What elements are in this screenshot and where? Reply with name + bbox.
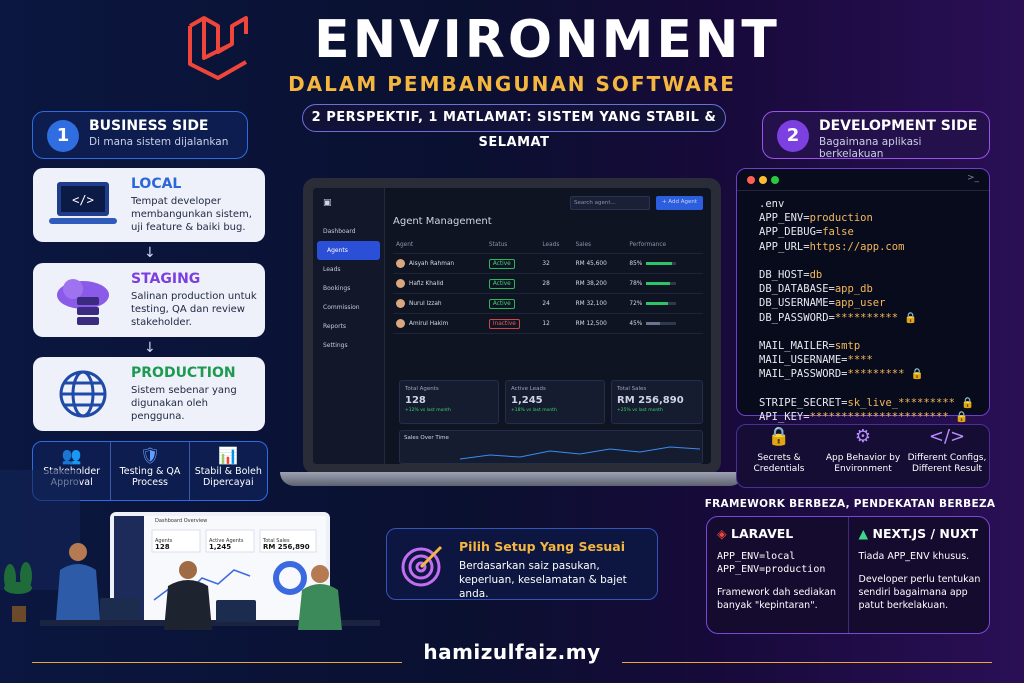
setup-title: Pilih Setup Yang Sesuai xyxy=(459,539,625,554)
avatar xyxy=(396,299,405,308)
table-row[interactable]: Aisyah Rahman Active 32 RM 45,600 85% xyxy=(393,253,703,274)
header: ENVIRONMENT DALAM PEMBANGUNAN SOFTWARE xyxy=(0,10,1024,96)
business-subtitle: Di mana sistem dijalankan xyxy=(89,136,229,148)
progress-bar xyxy=(646,261,677,265)
setup-card: Pilih Setup Yang Sesuai Berdasarkan saiz… xyxy=(386,528,658,600)
dashboard-sidebar: ▣ Dashboard Agents Leads Bookings Commis… xyxy=(313,188,385,464)
development-subtitle: Bagaimana aplikasi berkelakuan xyxy=(819,136,922,160)
feature-item: ⚙ App Behavior by Environment xyxy=(821,425,905,487)
gear-icon: ⚙ xyxy=(854,426,872,447)
nav-leads[interactable]: Leads xyxy=(313,260,384,279)
footer: hamizulfaiz.my xyxy=(0,640,1024,664)
dev-features: 🔒 Secrets & Credentials ⚙ App Behavior by … xyxy=(736,424,990,488)
laptop-mockup: ▣ Dashboard Agents Leads Bookings Commis… xyxy=(303,178,721,474)
down-arrow-icon: ↓ xyxy=(144,245,156,261)
dashboard-title: Agent Management xyxy=(393,216,492,227)
dashboard-main: Search agent... + Add Agent Agent Manage… xyxy=(393,196,703,334)
users-icon: 👥 xyxy=(61,446,82,465)
step-number: 2 xyxy=(777,120,809,152)
setup-desc: Berdasarkan saiz pasukan, keperluan, kes… xyxy=(459,560,627,600)
nav-agents[interactable]: Agents xyxy=(317,241,380,260)
development-title: DEVELOPMENT SIDE xyxy=(819,118,978,134)
svg-text:RM 256,890: RM 256,890 xyxy=(263,543,310,551)
env-card-staging: STAGING Salinan production untuk testing… xyxy=(33,263,265,337)
terminal-icon: >_ xyxy=(966,173,979,183)
kpi-card: Total Sales RM 256,890 +25% vs last month xyxy=(611,380,703,424)
close-dot-icon xyxy=(747,176,755,184)
shield-check-icon: 🛡 xyxy=(139,446,161,465)
footer-url[interactable]: hamizulfaiz.my xyxy=(423,640,600,664)
avatar xyxy=(396,259,405,268)
laptop-code-icon: </> xyxy=(49,182,117,224)
framework-comparison: ◈ LARAVEL APP_ENV=local APP_ENV=productio… xyxy=(706,516,990,634)
agent-dashboard-screen: ▣ Dashboard Agents Leads Bookings Commis… xyxy=(313,188,711,464)
nav-dashboard[interactable]: Dashboard xyxy=(313,222,384,241)
nav-commission[interactable]: Commission xyxy=(313,298,384,317)
agents-table: Agent Status Leads Sales Performance Aisyah … xyxy=(393,237,703,334)
table-row[interactable]: Hafiz Khalid Active 28 RM 38,200 78% xyxy=(393,273,703,294)
svg-text:</>: </> xyxy=(72,193,94,207)
code-icon: </> xyxy=(928,426,966,447)
kpi-card: Active Leads 1,245 +18% vs last month xyxy=(505,380,605,424)
env-name: STAGING xyxy=(131,271,201,287)
nav-bookings[interactable]: Bookings xyxy=(313,279,384,298)
env-name: LOCAL xyxy=(131,176,182,192)
env-card-local: </> LOCAL Tempat developer membangunkan … xyxy=(33,168,265,242)
avatar xyxy=(396,279,405,288)
feature-item: 🔒 Secrets & Credentials xyxy=(737,425,821,487)
feature-item: </> Different Configs, Different Result xyxy=(905,425,989,487)
cloud-server-icon xyxy=(57,279,109,325)
table-row[interactable]: Nurul Izzah Active 24 RM 32,100 72% xyxy=(393,293,703,314)
status-badge: Active xyxy=(488,298,515,309)
framework-title: FRAMEWORK BERBEZA, PENDEKATAN BERBEZA xyxy=(704,498,996,510)
app-logo-icon: ▣ xyxy=(323,198,332,208)
business-side-header: 1 BUSINESS SIDE Di mana sistem dijalanka… xyxy=(32,111,248,159)
step-number: 1 xyxy=(47,120,79,152)
laravel-column: ◈ LARAVEL APP_ENV=local APP_ENV=productio… xyxy=(707,517,849,633)
globe-icon xyxy=(59,370,107,418)
bar-chart-icon: 📊 xyxy=(218,446,239,465)
status-badge: Active xyxy=(488,278,515,289)
env-desc: Sistem sebenar yang digunakan oleh pengg… xyxy=(131,385,237,422)
status-badge: Active xyxy=(488,258,515,269)
nuxt-icon: ▲ xyxy=(858,526,869,541)
nav-settings[interactable]: Settings xyxy=(313,336,384,355)
business-title: BUSINESS SIDE xyxy=(89,118,209,134)
lock-icon: 🔒 xyxy=(767,426,791,447)
laravel-icon: ◈ xyxy=(717,526,727,541)
down-arrow-icon: ↓ xyxy=(144,340,156,356)
nextjs-column: ▲ NEXT.JS / NUXT Tiada APP_ENV khusus. D… xyxy=(858,526,981,611)
env-code: .env APP_ENV=production APP_DEBUG=false … xyxy=(759,198,975,424)
progress-bar xyxy=(646,301,677,305)
env-card-production: PRODUCTION Sistem sebenar yang digunakan… xyxy=(33,357,265,431)
progress-bar xyxy=(646,281,677,285)
env-desc: Salinan production untuk testing, QA dan… xyxy=(131,291,257,328)
maximize-dot-icon xyxy=(771,176,779,184)
kpi-card: Total Agents 128 +12% vs last month xyxy=(399,380,499,424)
env-desc: Tempat developer membangunkan sistem, uj… xyxy=(131,196,252,233)
svg-text:128: 128 xyxy=(155,543,170,551)
status-badge: Inactive xyxy=(488,318,520,329)
avatar xyxy=(396,319,405,328)
page-subtitle: DALAM PEMBANGUNAN SOFTWARE xyxy=(288,72,736,96)
search-input[interactable]: Search agent... xyxy=(569,196,650,210)
editor-titlebar: >_ xyxy=(737,169,989,191)
tagline-pill: 2 PERSPEKTIF, 1 MATLAMAT: SISTEM YANG ST… xyxy=(302,104,726,150)
add-agent-button[interactable]: + Add Agent xyxy=(655,196,703,210)
env-name: PRODUCTION xyxy=(131,365,236,381)
development-side-header: 2 DEVELOPMENT SIDE Bagaimana aplikasi be… xyxy=(762,111,990,160)
nav-reports[interactable]: Reports xyxy=(313,317,384,336)
team-illustration: Dashboard Overview Agents 128 Active Age… xyxy=(0,470,380,630)
target-icon xyxy=(401,545,443,587)
table-row[interactable]: Amirul Hakim Inactive 12 RM 12,500 45% xyxy=(393,313,703,334)
env-file-editor: >_ .env APP_ENV=production APP_DEBUG=fal… xyxy=(736,168,990,423)
minimize-dot-icon xyxy=(759,176,767,184)
svg-text:Dashboard Overview: Dashboard Overview xyxy=(155,518,207,524)
progress-bar xyxy=(646,321,677,325)
svg-text:1,245: 1,245 xyxy=(209,543,231,551)
laptop-base xyxy=(280,472,744,486)
sales-chart: Sales Over Time xyxy=(399,430,703,464)
page-title: ENVIRONMENT xyxy=(314,10,780,70)
